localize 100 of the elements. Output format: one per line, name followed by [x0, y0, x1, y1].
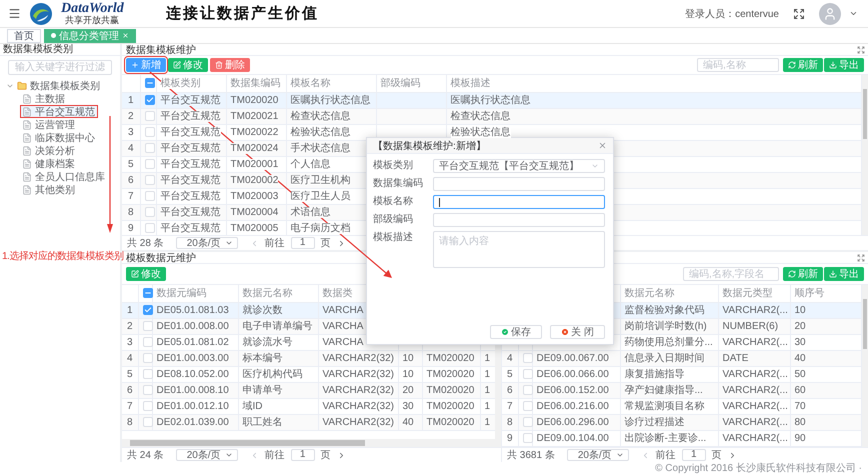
checkbox[interactable]: [142, 288, 152, 298]
table-cell: DE05.01.081.03: [152, 302, 238, 318]
tree-item[interactable]: 主数据: [20, 92, 68, 105]
table-row[interactable]: 7 DE01.00.012.10 域ID VARCHAR2(32) 30 TM020020 1: [122, 398, 495, 414]
table-cell: 平台交互规范: [156, 204, 226, 220]
tree-item[interactable]: 临床数据中心: [20, 131, 98, 144]
checkbox[interactable]: [144, 94, 154, 105]
scrollbar[interactable]: [122, 439, 501, 447]
table-cell: 申请单号: [238, 382, 318, 398]
close-button[interactable]: 关 闭: [550, 325, 605, 339]
search-field[interactable]: 编码,名称,字段名: [683, 267, 779, 281]
trash-icon: [215, 61, 223, 69]
close-icon[interactable]: [122, 32, 129, 39]
row-number: 2: [122, 108, 140, 124]
table-cell: TM020024: [226, 140, 286, 156]
table-row[interactable]: 8 DE06.00.296.00 诊疗过程描述 VARCHAR2(... 80: [502, 414, 862, 430]
table-cell: 标本编号: [238, 350, 318, 366]
table-row[interactable]: 7 DE06.00.216.00 常规监测项目名称 VARCHAR2(... 70: [502, 398, 862, 414]
table-cell: 40: [398, 414, 422, 430]
tree-item[interactable]: 运营管理: [20, 118, 78, 131]
table-row[interactable]: 8 DE02.01.039.00 职工姓名 VARCHAR2(32) 40 TM020020 1: [122, 414, 495, 430]
table-cell: 诊疗过程描述: [620, 414, 718, 430]
caret-icon: [616, 451, 624, 459]
table-cell: DE09.00.067.00: [532, 350, 620, 366]
search-field[interactable]: 输入关键字进行过滤: [8, 60, 112, 75]
table-cell: 孕产妇健康指导...: [620, 382, 718, 398]
row-number: 4: [122, 140, 140, 156]
dialog-title: 【数据集模板维护:新增】: [373, 140, 486, 152]
table-row[interactable]: 2 平台交互规范 TM020021 检查状态信息 检查状态信息: [122, 108, 862, 124]
table-cell: 检查状态信息: [446, 108, 862, 124]
tree-item[interactable]: 健康档案: [20, 157, 78, 170]
row-number: 6: [122, 382, 138, 398]
page-size-select[interactable]: 20条/页: [176, 449, 238, 461]
table-cell: 检验状态信息: [286, 124, 376, 140]
file-icon: [22, 146, 32, 156]
table-cell: 平台交互规范: [156, 156, 226, 172]
page-input[interactable]: 1: [290, 237, 315, 249]
table-row[interactable]: 4 DE09.00.067.00 信息录入日期时间 DATE 40: [502, 350, 862, 366]
table-cell: 90: [790, 430, 862, 446]
row-number: 4: [502, 350, 518, 366]
scrollbar[interactable]: [862, 75, 868, 235]
page-size-select[interactable]: 20条/页: [566, 449, 629, 461]
goto-label: 前往: [264, 448, 285, 462]
panel-title: 数据集模板维护: [126, 44, 196, 56]
close-button[interactable]: [598, 141, 607, 150]
table-cell: 就诊流水号: [238, 334, 318, 350]
table-cell: VARCHAR2(...: [718, 366, 790, 382]
logo-icon: [29, 2, 53, 26]
table-cell: 信息录入日期时间: [620, 350, 718, 366]
download-icon: [829, 270, 837, 278]
dot-icon: [51, 33, 56, 38]
maximize-icon[interactable]: [857, 254, 865, 262]
select-field[interactable]: 平台交互规范【平台交互规范】: [433, 159, 605, 173]
table-row[interactable]: 4 DE01.00.003.00 标本编号 VARCHAR2(32) 10 TM020020 1: [122, 350, 495, 366]
tab[interactable]: 首页: [7, 28, 41, 42]
table-row[interactable]: 9 DE09.00.104.00 出院诊断-主要诊... VARCHAR2(... 90: [502, 430, 862, 446]
search-field[interactable]: 编码,名称: [697, 58, 779, 72]
download-icon: [829, 61, 837, 69]
input-field[interactable]: [433, 195, 605, 209]
scrollbar[interactable]: [862, 285, 868, 447]
row-number: 9: [122, 220, 140, 235]
panel-title: 模板数据元维护: [126, 252, 196, 264]
table-cell: DE06.00.066.00: [532, 366, 620, 382]
table-row[interactable]: 5 DE06.00.066.00 康复措施指导 VARCHAR2(... 50: [502, 366, 862, 382]
table-row[interactable]: 6 DE01.00.008.10 申请单号 VARCHAR2(32) 20 TM020020 1: [122, 382, 495, 398]
annotation-text: 1.选择对应的数据集模板类别: [2, 250, 124, 263]
pencil-icon: [131, 270, 139, 278]
table-cell: VARCHAR2(...: [718, 430, 790, 446]
checkbox[interactable]: [142, 304, 152, 315]
save-button[interactable]: 保存: [490, 325, 542, 339]
table-cell: TM020020: [422, 366, 480, 382]
page-input[interactable]: 1: [682, 449, 706, 461]
menu-icon[interactable]: [8, 7, 21, 20]
table-row[interactable]: 1 平台交互规范 TM020020 医嘱执行状态信息 医嘱执行状态信息: [122, 92, 862, 108]
fullscreen-icon[interactable]: [793, 8, 805, 20]
caret-icon[interactable]: [849, 9, 858, 18]
tree-item[interactable]: 全员人口信息库: [20, 170, 108, 183]
table-cell: DE06.00.216.00: [532, 398, 620, 414]
column-header: 部级编码: [376, 75, 446, 92]
goto-label: 前往: [264, 236, 285, 250]
table-row[interactable]: 5 DE08.10.052.00 医疗机构代码 VARCHAR2(32) 10 TM020020 1: [122, 366, 495, 382]
table-cell: 平台交互规范: [156, 124, 226, 140]
tree-item[interactable]: 决策分析: [20, 144, 78, 157]
file-icon: [22, 106, 32, 116]
avatar[interactable]: [819, 2, 841, 24]
page-size-select[interactable]: 20条/页: [176, 237, 238, 249]
page-input[interactable]: 1: [290, 449, 315, 461]
tree-item[interactable]: 其他类别: [20, 183, 78, 196]
maximize-icon[interactable]: [857, 46, 865, 54]
close-icon: [598, 141, 607, 150]
row-number: 6: [502, 382, 518, 398]
brand-tagline: 共享开放共赢: [65, 16, 120, 25]
tree-item[interactable]: 平台交互规范: [20, 105, 98, 118]
checkbox[interactable]: [144, 78, 154, 88]
refresh-icon: [788, 270, 796, 278]
tree-item[interactable]: 数据集模板类别: [4, 79, 103, 92]
table-cell: 20: [790, 318, 862, 334]
table-row[interactable]: 6 DE06.00.152.00 孕产妇健康指导... VARCHAR2(... 60: [502, 382, 862, 398]
table-cell: VARCHAR2(32): [318, 350, 398, 366]
check-circle-icon: [501, 328, 510, 336]
